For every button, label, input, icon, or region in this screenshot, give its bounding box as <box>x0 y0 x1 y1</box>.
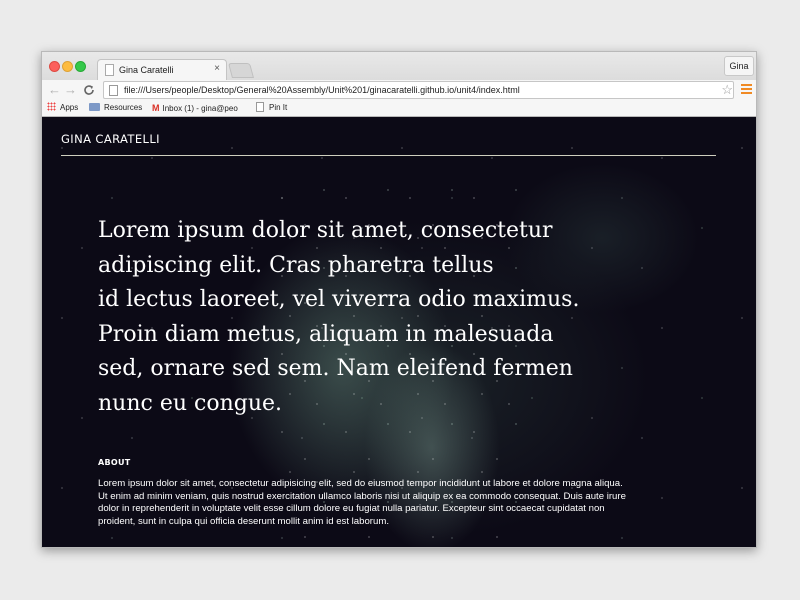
about-line: Lorem ipsum dolor sit amet, consectetur … <box>98 478 623 489</box>
tab-title: Gina Caratelli <box>119 65 174 75</box>
bookmark-star-icon[interactable]: ☆ <box>721 82 733 98</box>
bookmark-apps[interactable]: Apps <box>47 102 78 114</box>
forward-icon[interactable]: → <box>64 82 77 98</box>
about-line: proident, sunt in culpa qui officia dese… <box>98 515 389 527</box>
site-title[interactable]: GINA CARATELLI <box>61 132 160 146</box>
tab-bar: Gina Caratelli × Gina <box>42 52 756 80</box>
bookmark-pin-it[interactable]: Pin It <box>256 102 287 114</box>
bookmark-label: Apps <box>60 103 79 112</box>
browser-toolbar: ← → file:///Users/people/Desktop/General… <box>42 80 756 100</box>
gmail-icon: M <box>152 103 160 113</box>
header-divider <box>61 155 716 156</box>
tab-close-icon[interactable]: × <box>214 63 220 74</box>
about-line: dolor in reprehenderit in voluptate veli… <box>98 503 605 514</box>
hero-line: sed, ornare sed sem. Nam eleifend fermen <box>98 356 573 381</box>
page-viewport: GINA CARATELLI Lorem ipsum dolor sit ame… <box>42 118 756 547</box>
file-icon <box>109 85 118 96</box>
hero-line: id lectus laoreet, vel viverra odio maxi… <box>98 287 580 312</box>
profile-button[interactable]: Gina <box>724 56 754 76</box>
new-tab-button[interactable] <box>227 63 255 78</box>
minimize-window-button[interactable] <box>62 61 73 72</box>
bookmark-label: Pin It <box>269 103 288 112</box>
hero-line: Proin diam metus, aliquam in malesuada <box>98 321 554 347</box>
back-icon[interactable]: ← <box>48 82 61 98</box>
page-icon <box>256 102 264 112</box>
hero-line: Lorem ipsum dolor sit amet, consectetur <box>98 218 553 243</box>
bookmark-inbox[interactable]: M Inbox (1) - gina@peo <box>152 102 238 115</box>
about-paragraph: Lorem ipsum dolor sit amet, consectetur … <box>98 478 668 528</box>
maximize-window-button[interactable] <box>75 61 86 72</box>
bookmark-label: Resources <box>104 103 143 112</box>
apps-grid-icon <box>47 102 56 111</box>
url-text: file:///Users/people/Desktop/General%20A… <box>124 85 520 95</box>
hero-text: Lorem ipsum dolor sit amet, consectetur … <box>98 214 638 421</box>
page-icon <box>105 64 114 76</box>
menu-icon[interactable] <box>741 84 752 95</box>
browser-window: Gina Caratelli × Gina ← → file:///Users/… <box>41 51 757 548</box>
bookmark-resources[interactable]: Resources <box>89 102 142 114</box>
bookmark-label: Inbox (1) - gina@peo <box>162 104 238 113</box>
bookmarks-bar: Apps Resources M Inbox (1) - gina@peo Pin… <box>42 100 756 117</box>
about-line: Ut enim ad minim veniam, quis nostrud ex… <box>98 490 626 502</box>
about-heading: ABOUT <box>98 458 131 467</box>
hero-line: nunc eu congue. <box>98 390 283 416</box>
folder-icon <box>89 103 100 111</box>
reload-icon[interactable] <box>83 82 95 100</box>
address-bar[interactable]: file:///Users/people/Desktop/General%20A… <box>103 81 734 99</box>
hero-line: adipiscing elit. Cras pharetra tellus <box>98 252 494 278</box>
tab-gina-caratelli[interactable]: Gina Caratelli × <box>97 59 227 80</box>
close-window-button[interactable] <box>49 61 60 72</box>
